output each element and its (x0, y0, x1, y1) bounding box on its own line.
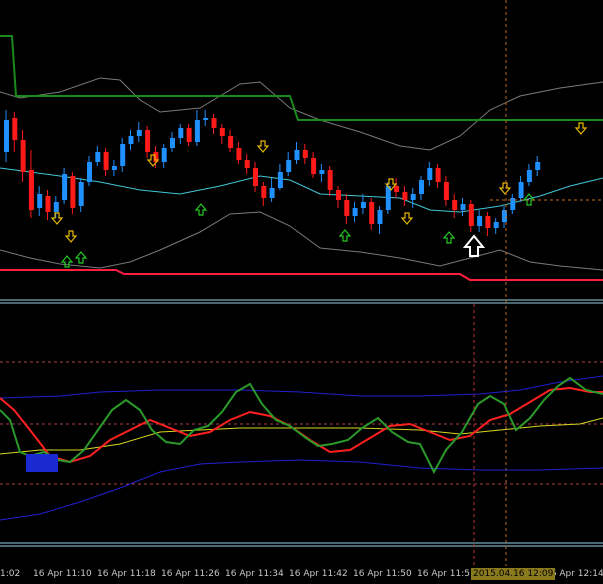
candle-body (485, 216, 491, 228)
candle-body (377, 210, 383, 224)
bb-lower-band (0, 211, 603, 271)
up-arrow-icon (74, 251, 88, 264)
candle-body (452, 200, 458, 210)
candle-body (161, 148, 167, 162)
candle-body (311, 158, 317, 174)
up-arrow-icon (442, 231, 456, 244)
candle-body (526, 170, 532, 182)
time-axis-label: 16 Apr 11:26 (161, 569, 220, 579)
candle-body (319, 170, 325, 174)
bb-upper-band (0, 77, 603, 151)
candle-body (518, 182, 524, 198)
candle-body (78, 182, 84, 206)
time-axis-label: 16 Apr 11:18 (97, 569, 156, 579)
up-arrow-icon (194, 203, 208, 216)
down-arrow-icon (498, 182, 512, 195)
candle-body (294, 150, 300, 160)
candle-body (120, 144, 126, 166)
candle-body (410, 194, 416, 200)
candle-body (186, 128, 192, 142)
candle-body (419, 180, 424, 194)
candle-body (286, 160, 292, 172)
oscillator-fast-line (0, 386, 603, 464)
candle-body (219, 128, 225, 136)
candle-body (468, 204, 474, 226)
candle-body (269, 188, 275, 198)
big-up-arrow-cursor-icon (462, 234, 486, 257)
candle-body (178, 128, 184, 138)
candle-body (136, 130, 142, 136)
candle-body (45, 196, 51, 212)
candle-body (70, 176, 76, 208)
candle-body (360, 202, 366, 208)
candle-body (427, 168, 433, 180)
candle-body (128, 136, 134, 144)
candle-body (253, 168, 258, 186)
candle-body (477, 216, 483, 226)
time-axis-label: 16 Apr 11:10 (33, 569, 92, 579)
candle-body (244, 160, 250, 168)
time-axis-label: 16 Apr 11:5 (417, 569, 470, 579)
candle-body (277, 172, 283, 188)
candle-body (103, 152, 109, 170)
candle-body (493, 222, 499, 228)
time-axis-label: 1:02 (0, 569, 21, 579)
candle-body (4, 120, 9, 152)
time-axis-label: 16 Apr 11:42 (289, 569, 348, 579)
candle-body (435, 168, 441, 182)
oscillator-highlight-box (26, 454, 58, 472)
down-arrow-icon (574, 122, 588, 135)
candle-body (460, 204, 466, 210)
up-arrow-icon (338, 229, 352, 242)
candle-body (145, 130, 151, 152)
candle-body (111, 166, 117, 170)
candle-body (327, 170, 333, 190)
candle-body (211, 118, 217, 128)
candle-body (443, 182, 449, 200)
candle-body (37, 194, 43, 208)
candle-body (53, 202, 59, 212)
candle-body (402, 192, 408, 200)
candle-body (352, 208, 358, 216)
down-arrow-icon (64, 230, 78, 243)
candle-body (203, 118, 209, 120)
candle-body (394, 186, 400, 192)
candle-body (194, 120, 200, 142)
down-arrow-icon (400, 212, 414, 225)
candle-body (95, 152, 101, 162)
candle-body (20, 140, 26, 172)
trading-chart[interactable]: 1:02 16 Apr 11:10 16 Apr 11:18 16 Apr 11… (0, 0, 603, 584)
candle-body (236, 148, 242, 160)
candle-body (344, 200, 350, 216)
candle-body (87, 162, 92, 182)
crosshair-time-label: 2015.04.16 12:09 (471, 568, 556, 580)
time-axis-label: 16 Apr 11:50 (353, 569, 412, 579)
down-arrow-icon (50, 212, 64, 225)
candle-body (535, 162, 541, 170)
candle-body (261, 186, 267, 198)
oscillator-lower-band (0, 459, 603, 521)
candle-body (12, 118, 18, 140)
time-axis-label: 16 Apr 11:34 (225, 569, 284, 579)
trail-stop-lower (0, 269, 603, 281)
candle-body (28, 170, 34, 210)
down-arrow-icon (256, 140, 270, 153)
candle-body (369, 202, 375, 224)
trail-stop-upper (0, 35, 603, 121)
candle-body (62, 174, 68, 200)
candle-body (336, 190, 341, 200)
candle-body (170, 138, 175, 148)
oscillator-upper-band (0, 375, 603, 399)
chart-canvas[interactable] (0, 0, 603, 584)
candle-body (228, 136, 234, 148)
candle-body (302, 150, 308, 158)
